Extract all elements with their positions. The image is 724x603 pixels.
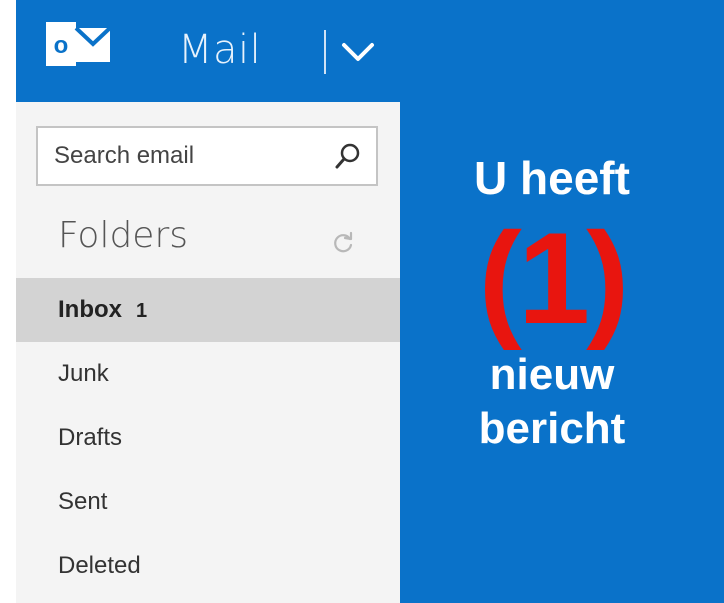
folder-item-junk[interactable]: Junk: [16, 342, 400, 406]
folder-list: Inbox 1 Junk Drafts Sent Deleted: [16, 278, 400, 598]
unread-count-badge: 1: [136, 300, 148, 322]
outlook-logo-icon[interactable]: o: [46, 22, 110, 66]
folder-label: Sent: [58, 488, 108, 515]
notice-count: (1): [478, 205, 630, 351]
notice-line-1: U heeft: [474, 152, 630, 204]
mail-app: o Mail Folders: [16, 0, 724, 603]
folder-sidebar: Folders Inbox 1 Junk Drafts Sent: [16, 102, 400, 603]
screenshot-frame: o Mail Folders: [0, 0, 724, 603]
folder-item-inbox[interactable]: Inbox 1: [16, 278, 400, 342]
chevron-down-icon[interactable]: [338, 34, 378, 68]
folder-label: Drafts: [58, 424, 123, 451]
app-title[interactable]: Mail: [178, 28, 261, 72]
notice-line-3: bericht: [478, 404, 626, 453]
search-box[interactable]: [36, 126, 378, 186]
folders-heading: Folders: [58, 215, 189, 256]
header-divider: [324, 30, 326, 74]
refresh-icon[interactable]: [330, 230, 356, 256]
logo-letter: o: [54, 32, 69, 59]
search-input[interactable]: [54, 128, 304, 184]
folder-label: Deleted: [58, 552, 141, 579]
folder-label: Junk: [58, 360, 109, 387]
new-message-notice: U heeft (1) nieuw bericht: [400, 148, 724, 456]
folder-item-drafts[interactable]: Drafts: [16, 406, 400, 470]
folder-item-deleted[interactable]: Deleted: [16, 534, 400, 598]
folder-label: Inbox: [58, 296, 122, 323]
notice-line-2: nieuw: [489, 350, 615, 399]
app-header: o Mail: [16, 0, 724, 102]
search-icon[interactable]: [334, 142, 362, 170]
folder-item-sent[interactable]: Sent: [16, 470, 400, 534]
